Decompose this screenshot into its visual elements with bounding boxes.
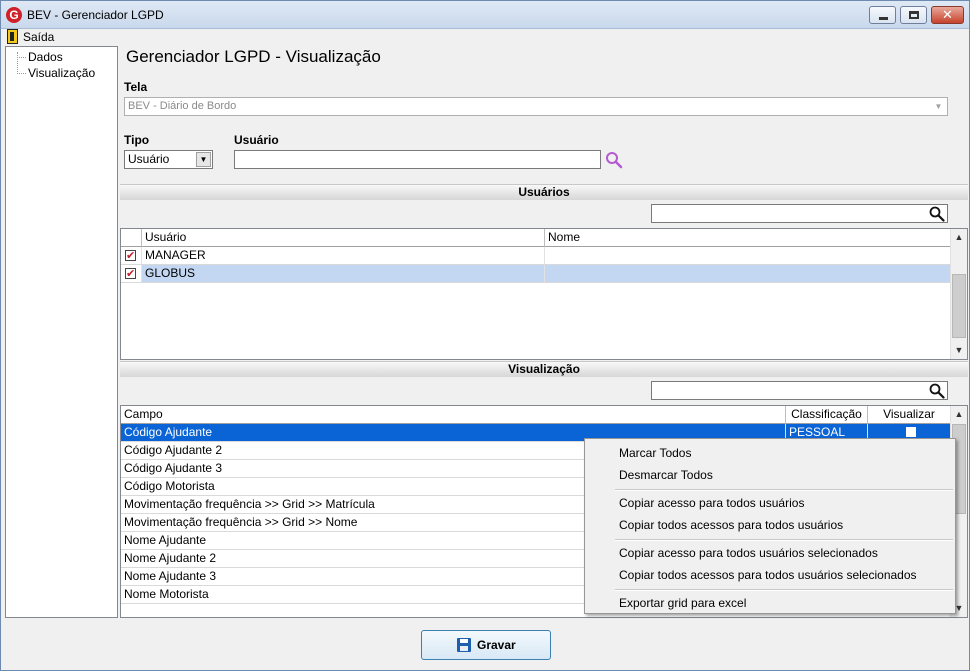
- tree-item-dados[interactable]: Dados: [28, 50, 63, 64]
- tipo-select-value: Usuário: [128, 152, 170, 166]
- menu-item-copiar-todos-acessos-selecionados[interactable]: Copiar todos acessos para todos usuários…: [619, 568, 917, 582]
- floppy-disk-icon: [457, 638, 471, 652]
- tipo-label: Tipo: [124, 133, 150, 147]
- grid-header-visualizar[interactable]: Visualizar: [868, 406, 951, 424]
- table-row-selected[interactable]: GLOBUS: [121, 265, 951, 283]
- search-icon[interactable]: [929, 206, 945, 222]
- row-checkbox[interactable]: [125, 266, 136, 282]
- menu-item-copiar-acesso-todos[interactable]: Copiar acesso para todos usuários: [619, 496, 804, 510]
- usuarios-filter-input[interactable]: [651, 204, 948, 223]
- menu-exit[interactable]: Saída: [23, 30, 54, 44]
- main-window: G BEV - Gerenciador LGPD ✕ Saída Dados V…: [0, 0, 970, 671]
- usuarios-grid: Usuário Nome MANAGER GLOBUS ▲ ▼: [120, 228, 968, 360]
- menu-item-copiar-todos-acessos-todos[interactable]: Copiar todos acessos para todos usuários: [619, 518, 843, 532]
- usuario-label: Usuário: [234, 133, 279, 147]
- scroll-up-icon[interactable]: ▲: [951, 229, 967, 246]
- grid-header-classificacao[interactable]: Classificação: [786, 406, 868, 424]
- row-usuario: GLOBUS: [142, 265, 545, 282]
- tree-connector: [17, 57, 26, 58]
- minimize-button[interactable]: [869, 6, 896, 24]
- row-nome: [545, 247, 951, 264]
- menu-item-desmarcar-todos[interactable]: Desmarcar Todos: [619, 468, 713, 482]
- tipo-select[interactable]: Usuário ▼: [124, 150, 213, 169]
- usuarios-scrollbar[interactable]: ▲ ▼: [950, 229, 967, 359]
- scroll-up-icon[interactable]: ▲: [951, 406, 967, 423]
- navigation-tree: Dados Visualização: [5, 46, 118, 618]
- usuarios-section-header: Usuários: [120, 184, 968, 200]
- menu-separator: [615, 539, 953, 541]
- maximize-button[interactable]: [900, 6, 927, 24]
- menu-item-copiar-acesso-selecionados[interactable]: Copiar acesso para todos usuários seleci…: [619, 546, 878, 560]
- visualizacao-filter-input[interactable]: [651, 381, 948, 400]
- grid-header-campo[interactable]: Campo: [121, 406, 786, 424]
- save-button[interactable]: Gravar: [421, 630, 551, 660]
- exit-door-icon: [7, 29, 18, 44]
- search-icon[interactable]: [929, 383, 945, 399]
- tela-select: BEV - Diário de Bordo ▼: [124, 97, 948, 116]
- grid-header-nome[interactable]: Nome: [545, 229, 951, 247]
- search-icon[interactable]: [605, 151, 623, 169]
- row-check-cell[interactable]: [121, 265, 142, 282]
- tela-label: Tela: [124, 80, 148, 94]
- menu-bar: Saída: [2, 29, 969, 46]
- grid-header-check: [121, 229, 142, 247]
- usuario-input[interactable]: [234, 150, 601, 169]
- visualizacao-section-header: Visualização: [120, 361, 968, 377]
- minimize-icon: [879, 17, 888, 20]
- tree-connector: [17, 52, 18, 74]
- app-logo-icon: G: [6, 7, 22, 23]
- menu-separator: [615, 489, 953, 491]
- row-nome: [545, 265, 951, 282]
- close-icon: ✕: [942, 7, 953, 22]
- restore-icon: [909, 11, 919, 19]
- row-check-cell[interactable]: [121, 247, 142, 264]
- tree-item-visualizacao[interactable]: Visualização: [28, 66, 95, 80]
- window-title: BEV - Gerenciador LGPD: [27, 8, 164, 22]
- table-row[interactable]: MANAGER: [121, 247, 951, 265]
- scroll-down-icon[interactable]: ▼: [951, 342, 967, 359]
- row-usuario: MANAGER: [142, 247, 545, 264]
- title-bar[interactable]: G BEV - Gerenciador LGPD ✕: [1, 1, 969, 29]
- visualizar-checkbox[interactable]: [906, 427, 916, 437]
- menu-separator: [615, 589, 953, 591]
- menu-item-exportar-excel[interactable]: Exportar grid para excel: [619, 596, 746, 610]
- scroll-thumb[interactable]: [952, 274, 966, 338]
- grid-header-usuario[interactable]: Usuário: [142, 229, 545, 247]
- menu-item-marcar-todos[interactable]: Marcar Todos: [619, 446, 691, 460]
- tree-connector: [17, 73, 26, 74]
- chevron-down-icon: ▼: [934, 102, 943, 111]
- row-checkbox[interactable]: [125, 248, 136, 264]
- page-title: Gerenciador LGPD - Visualização: [126, 47, 381, 66]
- context-menu: Marcar Todos Desmarcar Todos Copiar aces…: [584, 438, 956, 614]
- chevron-down-icon[interactable]: ▼: [196, 152, 211, 167]
- tela-select-value: BEV - Diário de Bordo: [128, 100, 237, 112]
- save-button-label: Gravar: [477, 638, 516, 652]
- close-button[interactable]: ✕: [931, 6, 964, 24]
